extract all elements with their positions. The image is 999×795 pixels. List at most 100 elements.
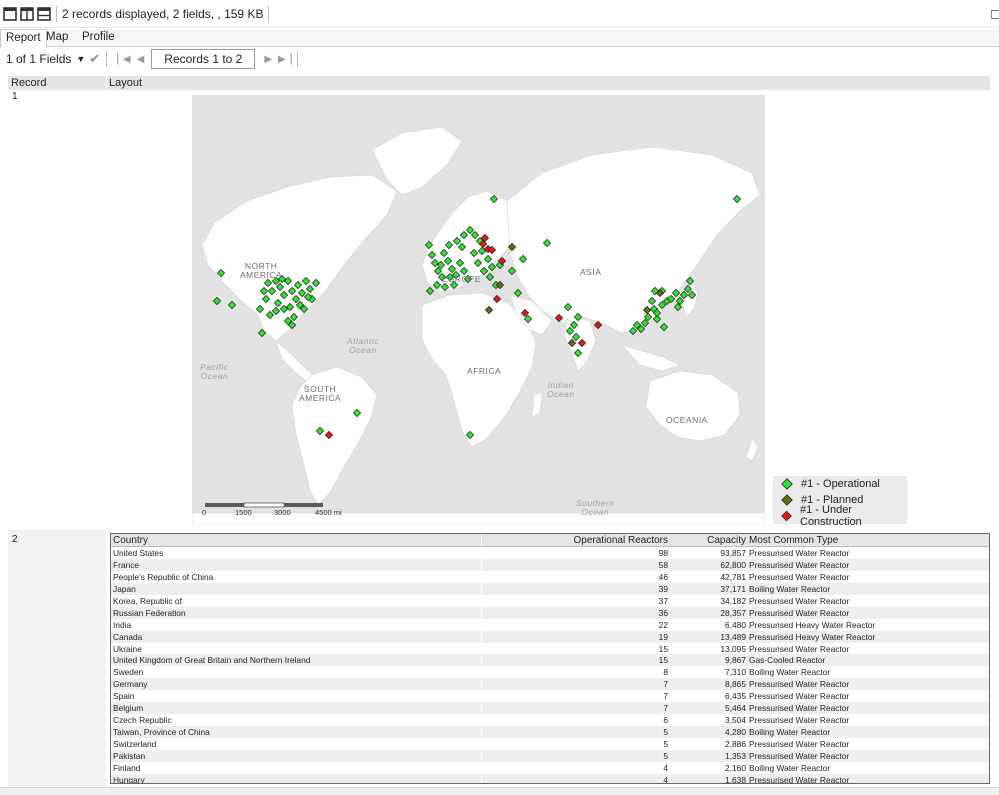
records-range: Records 1 to 2: [151, 49, 256, 69]
cell-operational-reactors: 58: [658, 559, 668, 570]
tab-map[interactable]: Map: [41, 29, 73, 47]
table-row[interactable]: United Kingdom of Great Britain and Nort…: [111, 654, 989, 667]
column-header-country[interactable]: Country: [113, 534, 479, 547]
first-record-icon[interactable]: ▏◀: [117, 54, 130, 65]
column-divider: [481, 642, 482, 655]
table-row[interactable]: Taiwan, Province of China 5 4,280 Boiling W…: [111, 726, 989, 739]
ocean-label-indian: Indian Ocean: [547, 380, 575, 399]
column-divider: [481, 618, 482, 631]
cell-most-common-type: Pressurised Water Reactor: [749, 691, 850, 702]
map-legend: #1 - Operational #1 - Planned #1 - Under…: [773, 476, 907, 528]
column-divider[interactable]: [106, 76, 107, 90]
split-horizontal-view-icon[interactable]: [19, 6, 34, 21]
table-row[interactable]: Canada 19 13,489 Pressurised Heavy Water Re…: [111, 630, 989, 643]
collapse-panel-icon[interactable]: [991, 10, 999, 19]
table-body: United States 98 93,857 Pressurised Water R…: [111, 547, 989, 783]
table-row[interactable]: Czech Republic 6 3,504 Pressurised Water Re…: [111, 714, 989, 727]
fields-dropdown[interactable]: 1 of 1 Fields ▼: [6, 52, 85, 66]
cell-operational-reactors: 4: [663, 762, 668, 773]
table-row[interactable]: Finland 4 2,160 Boiling Water Reactor: [111, 761, 989, 774]
cell-country: Czech Republic: [113, 715, 172, 726]
cell-most-common-type: Pressurised Water Reactor: [749, 607, 850, 618]
table-row[interactable]: Spain 7 6,435 Pressurised Water Reactor: [111, 690, 989, 703]
column-divider: [481, 714, 482, 727]
column-divider: [481, 738, 482, 750]
previous-record-icon[interactable]: ◀: [137, 54, 145, 65]
legend-item-operational: #1 - Operational: [781, 477, 880, 491]
table-row[interactable]: Japan 39 37,171 Boiling Water Reactor: [111, 582, 989, 595]
table-header-row: Country Operational Reactors Capacity Mo…: [111, 534, 989, 547]
column-header-layout[interactable]: Layout: [109, 76, 142, 90]
cell-operational-reactors: 5: [663, 750, 668, 761]
cell-operational-reactors: 36: [658, 607, 668, 618]
cell-country: United States: [113, 548, 164, 558]
table-row[interactable]: France 58 62,800 Pressurised Water Reactor: [111, 558, 989, 571]
table-row[interactable]: Sweden 8 7,310 Boiling Water Reactor: [111, 666, 989, 679]
record-navigation: 1 of 1 Fields ▼ ✔ ▏◀ ◀ Records 1 to 2 ▶ …: [0, 47, 999, 71]
table-row[interactable]: Korea, Republic of 37 34,182 Pressurised Wa…: [111, 594, 989, 607]
diamond-marker-icon: [781, 478, 793, 490]
cell-operational-reactors: 5: [663, 727, 668, 738]
nav-divider: [106, 51, 108, 67]
table-row[interactable]: India 22 6,480 Pressurised Heavy Water Reac…: [111, 618, 989, 631]
cell-country: Germany: [113, 679, 148, 690]
cell-capacity: 13,095: [720, 643, 746, 654]
apply-check-icon[interactable]: ✔: [89, 51, 100, 67]
column-divider: [481, 678, 482, 691]
column-header-operational-reactors[interactable]: Operational Reactors: [483, 534, 669, 547]
table-row[interactable]: Hungary 4 1,638 Pressurised Water Reactor: [111, 773, 989, 783]
status-bar: [0, 787, 999, 795]
table-row[interactable]: United States 98 93,857 Pressurised Water R…: [111, 547, 989, 559]
reactor-map[interactable]: NORTH AMERICA SOUTH AMERICA EUROPE ASIA …: [192, 95, 765, 524]
column-divider: [481, 666, 482, 679]
column-divider: [481, 630, 482, 643]
table-row[interactable]: Pakistan 5 1,353 Pressurised Water Reactor: [111, 749, 989, 762]
table-row[interactable]: Switzerland 5 2,886 Pressurised Water React…: [111, 738, 989, 750]
table-row[interactable]: Russian Federation 36 28,357 Pressurised Wa…: [111, 606, 989, 619]
next-record-icon[interactable]: ▶: [264, 54, 272, 65]
table-row[interactable]: Germany 7 8,865 Pressurised Water Reactor: [111, 678, 989, 691]
cell-country: People's Republic of China: [113, 571, 214, 582]
continent-label-oceania: OCEANIA: [666, 415, 708, 425]
single-panel-view-icon[interactable]: [2, 6, 17, 21]
cell-capacity: 34,182: [720, 595, 746, 606]
column-header-most-common-type[interactable]: Most Common Type: [749, 534, 989, 547]
column-divider: [481, 726, 482, 739]
cell-capacity: 2,160: [725, 762, 746, 773]
column-divider: [481, 773, 482, 783]
column-divider: [481, 690, 482, 703]
cell-capacity: 9,867: [725, 655, 746, 666]
world-basemap: [192, 95, 765, 524]
cell-country: India: [113, 619, 132, 630]
cell-most-common-type: Pressurised Water Reactor: [749, 739, 850, 749]
table-row[interactable]: People's Republic of China 46 42,781 Pressu…: [111, 570, 989, 583]
cell-country: France: [113, 559, 140, 570]
toolbar-divider: [56, 5, 57, 22]
cell-capacity: 2,886: [725, 739, 746, 749]
column-header-record[interactable]: Record: [11, 76, 46, 90]
split-vertical-view-icon[interactable]: [36, 6, 51, 21]
cell-operational-reactors: 5: [663, 739, 668, 749]
cell-operational-reactors: 7: [663, 703, 668, 714]
last-record-icon[interactable]: ▶▕: [278, 54, 291, 65]
continent-label-africa: AFRICA: [467, 366, 502, 376]
cell-capacity: 4,280: [725, 727, 746, 738]
grid-header: Record Layout: [8, 76, 990, 90]
table-row[interactable]: Ukraine 15 13,095 Pressurised Water Reactor: [111, 642, 989, 655]
tab-profile[interactable]: Profile: [77, 29, 120, 47]
cell-capacity: 6,435: [725, 691, 746, 702]
cell-country: Russian Federation: [113, 607, 186, 618]
cell-operational-reactors: 15: [658, 643, 668, 654]
cell-most-common-type: Pressurised Water Reactor: [749, 679, 850, 690]
continent-label-asia: ASIA: [580, 267, 602, 277]
ocean-label-atlantic: Atlantic Ocean: [347, 336, 379, 355]
cell-country: Finland: [113, 762, 141, 773]
cell-most-common-type: Boiling Water Reactor: [749, 583, 831, 594]
cell-most-common-type: Pressurised Water Reactor: [749, 643, 850, 654]
tab-report[interactable]: Report: [0, 29, 47, 48]
column-header-capacity[interactable]: Capacity: [671, 534, 746, 547]
table-row[interactable]: Belgium 7 5,464 Pressurised Water Reactor: [111, 702, 989, 715]
cell-most-common-type: Pressurised Heavy Water Reactor: [749, 631, 876, 642]
toolbar-divider: [268, 5, 270, 22]
column-divider: [481, 547, 482, 559]
